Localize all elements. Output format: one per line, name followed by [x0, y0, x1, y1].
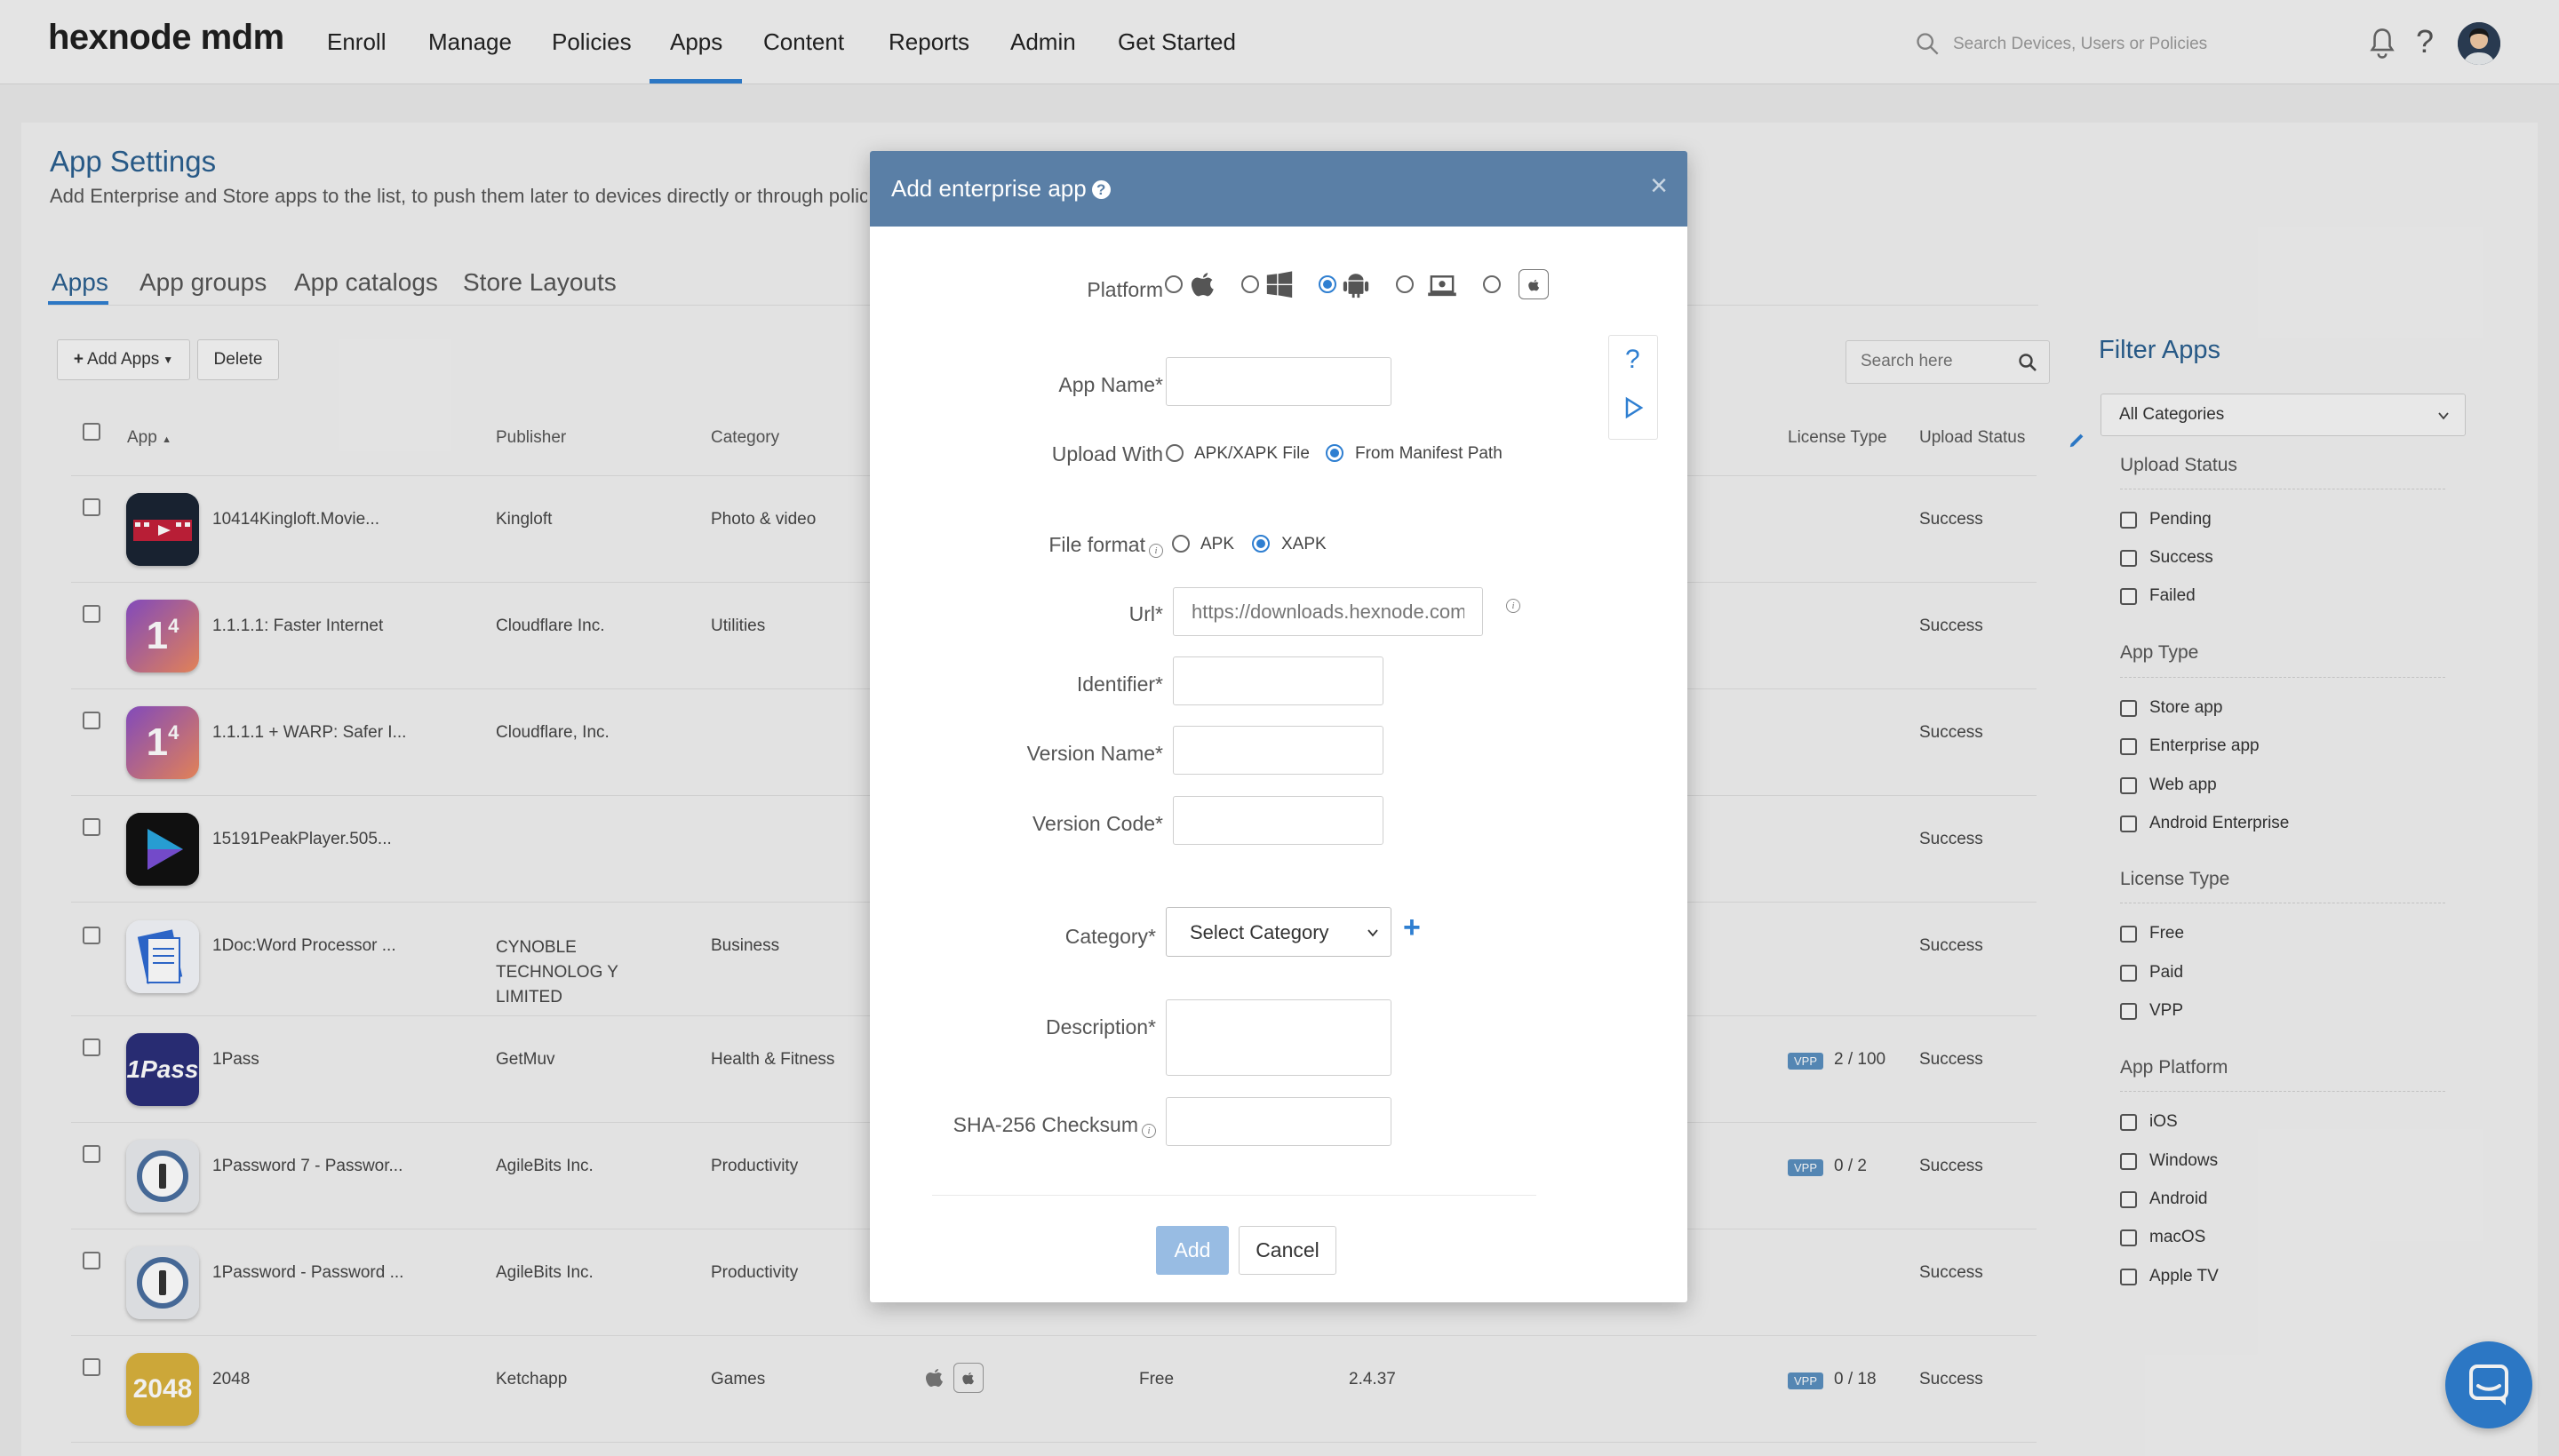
category-select[interactable]: Select Category [1166, 907, 1391, 957]
checksum-input[interactable] [1166, 1097, 1391, 1146]
file-format-radio-apk[interactable] [1172, 535, 1190, 553]
help-tools-panel: ? [1608, 335, 1658, 440]
url-input[interactable] [1173, 587, 1483, 636]
play-video-icon[interactable] [1624, 396, 1644, 419]
upload-radio-apk-file[interactable] [1166, 444, 1184, 462]
upload-with-label: Upload With [1051, 442, 1163, 465]
checksum-label: SHA-256 Checksum i [863, 1113, 1156, 1138]
apple-icon [1191, 273, 1214, 297]
description-textarea[interactable] [1166, 999, 1391, 1076]
platform-radio-chromebook[interactable] [1396, 275, 1414, 293]
dialog-header: Add enterprise app? × [870, 151, 1687, 227]
dialog-title: Add enterprise app? [891, 175, 1111, 203]
android-icon [1343, 274, 1369, 298]
cancel-button[interactable]: Cancel [1239, 1226, 1336, 1275]
identifier-label: Identifier* [1076, 672, 1163, 696]
version-name-label: Version Name* [1026, 742, 1163, 765]
chevron-down-icon [1367, 929, 1378, 937]
category-label: Category* [1064, 925, 1156, 948]
url-label: Url* [1128, 602, 1163, 625]
add-category-icon[interactable]: + [1403, 911, 1421, 945]
category-select-value: Select Category [1190, 921, 1329, 943]
file-format-radio-xapk[interactable] [1252, 535, 1270, 553]
file-format-label: File format i [870, 533, 1163, 558]
info-icon[interactable]: i [1506, 599, 1520, 613]
identifier-input[interactable] [1173, 656, 1383, 705]
version-name-input[interactable] [1173, 726, 1383, 775]
add-enterprise-app-dialog: Add enterprise app? × Platform ? App Nam… [870, 151, 1687, 1302]
upload-option-manifest[interactable]: From Manifest Path [1355, 444, 1503, 464]
platform-label: Platform [1087, 278, 1163, 301]
platform-radio-android[interactable] [1319, 275, 1336, 293]
platform-radio-windows[interactable] [1241, 275, 1259, 293]
upload-option-apk-file[interactable]: APK/XAPK File [1194, 444, 1310, 464]
file-format-option-apk[interactable]: APK [1200, 535, 1234, 554]
app-name-label: App Name* [1058, 373, 1163, 396]
add-button[interactable]: Add [1156, 1226, 1229, 1275]
chromebook-icon [1428, 275, 1456, 297]
apple-tv-icon [1519, 269, 1549, 299]
app-name-input[interactable] [1166, 357, 1391, 406]
help-icon[interactable]: ? [1091, 180, 1111, 199]
info-icon[interactable]: i [1149, 544, 1163, 558]
upload-radio-manifest[interactable] [1326, 444, 1343, 462]
close-icon[interactable]: × [1650, 171, 1668, 201]
file-format-option-xapk[interactable]: XAPK [1281, 535, 1327, 554]
dialog-footer-divider [932, 1195, 1536, 1196]
description-label: Description* [1046, 1015, 1156, 1038]
question-icon[interactable]: ? [1625, 345, 1640, 375]
version-code-label: Version Code* [1032, 812, 1163, 835]
platform-radio-apple-tv[interactable] [1483, 275, 1501, 293]
windows-icon [1266, 271, 1293, 298]
version-code-input[interactable] [1173, 796, 1383, 845]
platform-radio-ios[interactable] [1165, 275, 1183, 293]
info-icon[interactable]: i [1142, 1124, 1156, 1138]
